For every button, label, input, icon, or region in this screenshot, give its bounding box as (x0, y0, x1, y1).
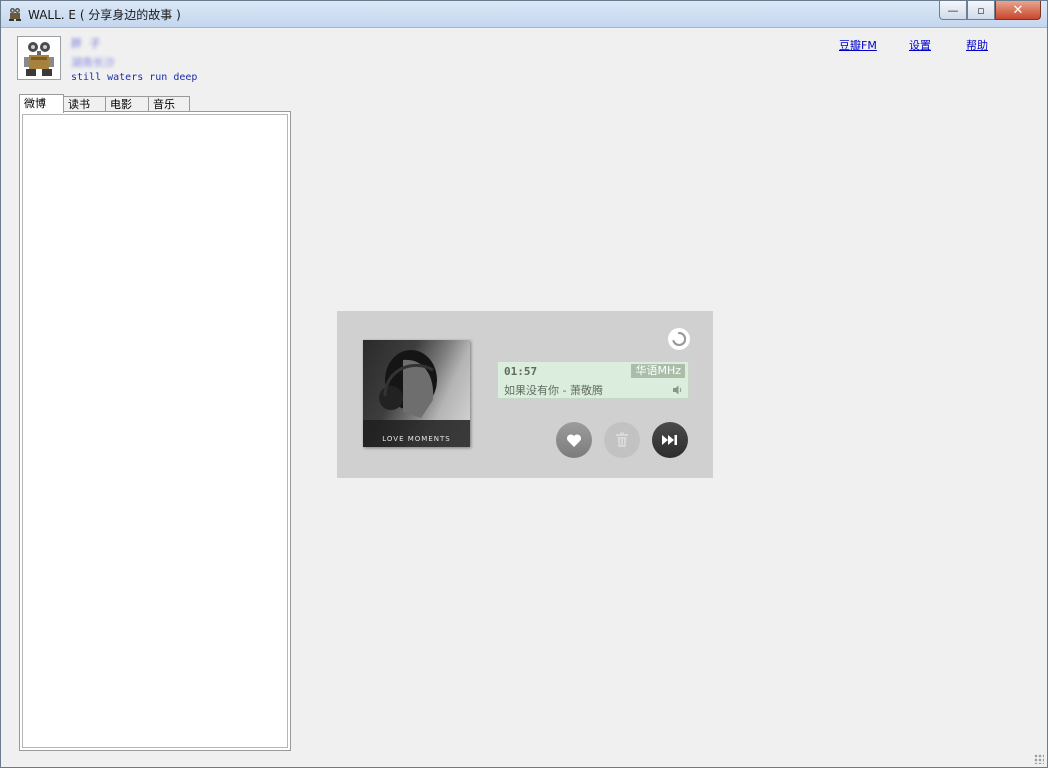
maximize-button[interactable]: ▫ (967, 1, 995, 20)
content-list[interactable] (22, 114, 288, 748)
title-bar[interactable]: WALL. E ( 分享身边的故事 ) — ▫ ✕ (1, 1, 1047, 28)
minimize-icon: — (947, 3, 959, 17)
close-button[interactable]: ✕ (995, 1, 1041, 20)
channel-badge[interactable]: 华语MHz (631, 364, 685, 378)
user-subtitle[interactable]: 湖南长沙 (71, 54, 115, 70)
window-controls: — ▫ ✕ (939, 1, 1041, 21)
username[interactable]: 胖 子 (71, 35, 103, 51)
app-window: WALL. E ( 分享身边的故事 ) — ▫ ✕ 胖 子 湖南长沙 still… (0, 0, 1048, 768)
maximize-icon: ▫ (977, 3, 985, 17)
tab-music[interactable]: 音乐 (148, 96, 190, 111)
heart-icon (566, 433, 582, 447)
trash-icon (616, 432, 628, 447)
robot-avatar-icon (18, 37, 60, 79)
minimize-button[interactable]: — (939, 1, 967, 20)
avatar[interactable] (17, 36, 61, 80)
tab-weibo[interactable]: 微博 (19, 94, 64, 113)
user-motto: still waters run deep (71, 72, 198, 83)
refresh-button[interactable] (668, 328, 690, 350)
album-art (363, 350, 470, 447)
next-icon (662, 435, 677, 445)
next-button[interactable] (652, 422, 688, 458)
song-title: 如果没有你 - 萧敬腾 (504, 384, 603, 397)
fm-player: LOVE MOMENTS 01:57 华语MHz 如果没有你 - 萧敬腾 (337, 311, 713, 478)
tab-books[interactable]: 读书 (63, 96, 106, 111)
album-cover: LOVE MOMENTS (363, 340, 470, 447)
album-cover-text: LOVE MOMENTS (382, 435, 451, 443)
loading-icon (672, 332, 686, 346)
trash-button[interactable] (604, 422, 640, 458)
robot-app-icon (9, 8, 21, 21)
window-title: WALL. E ( 分享身边的故事 ) (28, 8, 181, 22)
resize-grip[interactable] (1034, 754, 1044, 764)
like-button[interactable] (556, 422, 592, 458)
help-link[interactable]: 帮助 (966, 37, 988, 53)
song-info-box: 01:57 华语MHz 如果没有你 - 萧敬腾 (497, 361, 689, 399)
douban-fm-link[interactable]: 豆瓣FM (839, 37, 877, 53)
volume-icon[interactable] (672, 384, 684, 396)
tab-movies[interactable]: 电影 (105, 96, 149, 111)
play-time: 01:57 (504, 365, 538, 378)
close-icon: ✕ (1012, 2, 1024, 18)
settings-link[interactable]: 设置 (909, 37, 931, 53)
tab-content-panel[interactable] (19, 111, 291, 751)
